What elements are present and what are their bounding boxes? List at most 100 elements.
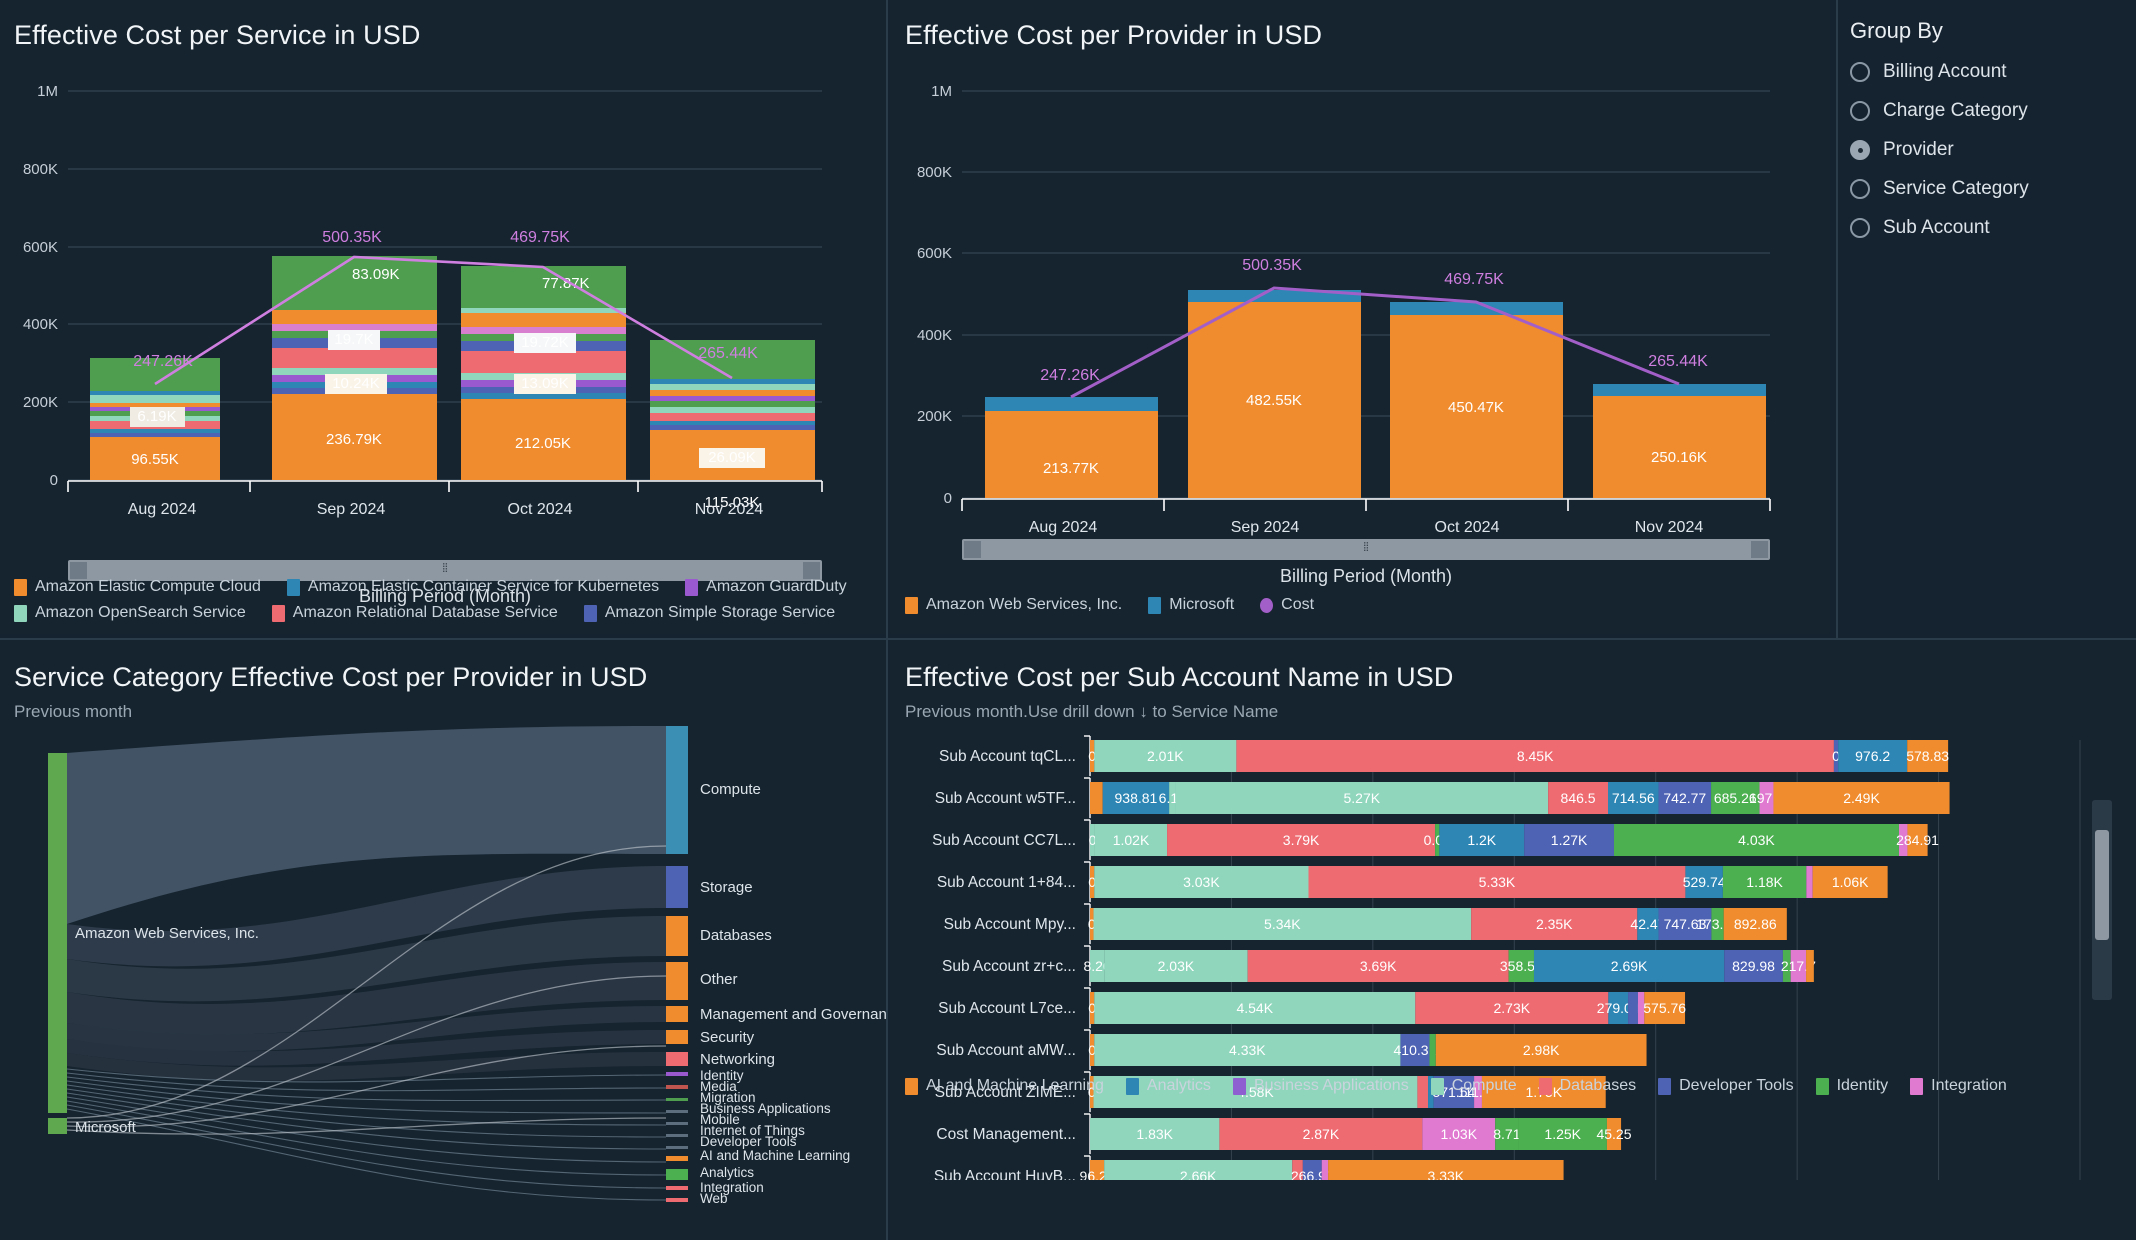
scrollbar-right-handle[interactable] <box>1751 541 1768 558</box>
radio-selected-icon[interactable] <box>1850 140 1870 160</box>
sub-account-bar-row[interactable]: Sub Account tqCL... 0 2.01K 8.45K 0 976.2 578.… <box>939 735 1949 776</box>
y-axis-tick-labels: 1M 800K 600K 400K 200K 0 <box>917 83 952 507</box>
bar-segment[interactable] <box>1321 1160 1329 1180</box>
provider-bar-nov-2024[interactable]: 250.16K <box>1593 384 1766 498</box>
svg-text:Databases: Databases <box>700 927 772 944</box>
panel4-legend-item[interactable]: Integration <box>1910 1077 2007 1095</box>
panel3-title: Service Category Effective Cost per Prov… <box>14 662 648 692</box>
bar-segment-value: 714.56 <box>1612 790 1655 806</box>
x-axis-ticks <box>67 481 823 492</box>
radio-icon[interactable] <box>1850 62 1870 82</box>
row-category-label: Cost Management... <box>936 1126 1076 1143</box>
legend-swatch-icon <box>271 604 285 622</box>
row-category-label: Sub Account w5TF... <box>935 790 1076 807</box>
bar-segment-value: 5.33K <box>1479 874 1516 890</box>
sub-account-bar-row[interactable]: Sub Account L7ce... 0 4.54K 2.73K 279.04 575.… <box>938 987 1686 1028</box>
group-by-option-charge-category[interactable]: Charge Category <box>1850 100 2130 122</box>
scrollbar-left-handle[interactable] <box>70 562 87 579</box>
panel1-legend-item[interactable]: Amazon Relational Database Service <box>271 604 558 622</box>
group-by-option-billing-account[interactable]: Billing Account <box>1850 61 2130 83</box>
sub-account-bar-row[interactable]: Sub Account Mpy... 0 5.34K 2.35K 42.47747.63… <box>944 903 1787 944</box>
panel4-legend-item[interactable]: Databases <box>1538 1077 1637 1095</box>
chart-effective-cost-per-provider: 1M 800K 600K 400K 200K 0 213.77K 482.55K <box>917 83 1771 536</box>
panel4-legend-label: Databases <box>1559 1077 1637 1094</box>
panel1-legend-item[interactable]: Amazon Elastic Compute Cloud <box>14 578 261 596</box>
group-by-option-sub-account[interactable]: Sub Account <box>1850 217 2130 239</box>
sankey-source-node[interactable] <box>48 1118 67 1134</box>
scrollbar-left-handle[interactable] <box>964 541 981 558</box>
sub-account-bar-row[interactable]: Sub Account CC7L... 0 1.02K 3.79K 0.01 1.2K 1.… <box>932 819 1939 860</box>
panel4-legend-item[interactable]: Business Applications <box>1232 1077 1409 1095</box>
bar-segment-value: 1.03K <box>1440 1126 1477 1142</box>
svg-text:400K: 400K <box>23 316 58 333</box>
group-by-option-service-category[interactable]: Service Category <box>1850 178 2130 200</box>
svg-text:400K: 400K <box>917 327 952 344</box>
row-category-label: Sub Account L7ce... <box>938 1000 1076 1017</box>
legend-swatch-icon <box>1815 1077 1829 1095</box>
panel1-legend-label: Amazon Relational Database Service <box>292 604 558 621</box>
bar-segment-value: 3.03K <box>1183 874 1220 890</box>
panel4-legend-item[interactable]: Developer Tools <box>1658 1077 1794 1095</box>
radio-icon[interactable] <box>1850 101 1870 121</box>
bar-segment[interactable] <box>1806 866 1813 898</box>
bar-segment-value: 8.71 <box>1493 1126 1520 1142</box>
group-by-option-label: Sub Account <box>1883 217 1990 238</box>
panel4-vertical-scrollbar[interactable] <box>2092 800 2112 1000</box>
radio-icon[interactable] <box>1850 179 1870 199</box>
bar-segment-value: 1.27K <box>1551 832 1588 848</box>
provider-bar-aug-2024[interactable]: 213.77K <box>985 397 1158 498</box>
legend-swatch-icon <box>14 604 27 622</box>
legend-swatch-icon <box>905 1077 918 1095</box>
sankey-source-node[interactable] <box>48 753 67 1113</box>
svg-text:500.35K: 500.35K <box>322 229 382 246</box>
svg-text:26.09K: 26.09K <box>708 449 756 466</box>
chart-effective-cost-per-service: 1M 800K 600K 400K 200K 0 6.19K 96.55K 83… <box>23 83 823 518</box>
scrollbar-right-handle[interactable] <box>803 562 820 579</box>
scrollbar-thumb[interactable] <box>2095 830 2109 940</box>
bar-segment[interactable] <box>1090 782 1103 814</box>
sankey-target-nodes <box>666 726 688 1202</box>
groupby-divider <box>1836 0 1838 640</box>
legend-swatch-icon <box>14 578 27 596</box>
sub-account-bar-row[interactable]: Sub Account zr+c... 8.26 2.03K 3.69K 358.55 2… <box>942 945 1816 986</box>
svg-text:800K: 800K <box>23 161 58 178</box>
legend-swatch-icon <box>1430 1077 1444 1095</box>
svg-text:AI and Machine Learning: AI and Machine Learning <box>700 1148 850 1163</box>
panel2-legend-item[interactable]: Cost <box>1260 596 1314 614</box>
bar-segment[interactable] <box>1628 992 1638 1024</box>
panel2-x-axis-title: Billing Period (Month) <box>1279 566 1453 586</box>
panel4-legend-item[interactable]: Compute <box>1430 1077 1517 1095</box>
sub-account-bar-row[interactable]: Cost Management... 1.83K 2.87K 1.03K 8.71 1.2… <box>936 1113 1632 1154</box>
sub-account-bar-row[interactable]: Sub Account HuyB... 96.21 2.66K 266.97 3.33K <box>934 1155 1564 1180</box>
panel4-legend-item[interactable]: AI and Machine Learning <box>905 1077 1104 1095</box>
radio-icon[interactable] <box>1850 218 1870 238</box>
panel1-legend-item[interactable]: Amazon OpenSearch Service <box>14 604 246 622</box>
panel4-legend-item[interactable]: Analytics <box>1125 1077 1211 1095</box>
panel2-scrollbar[interactable]: ⣿ <box>962 539 1770 560</box>
svg-text:Web: Web <box>700 1191 728 1206</box>
provider-bar-oct-2024[interactable]: 450.47K <box>1390 302 1563 498</box>
panel2-legend-item[interactable]: Microsoft <box>1148 596 1234 614</box>
row-category-label: Sub Account zr+c... <box>942 958 1076 975</box>
bar-segment[interactable] <box>1806 950 1814 982</box>
panel4-legend-label: Integration <box>1931 1077 2007 1094</box>
bar-segment-value: 3.69K <box>1360 958 1397 974</box>
svg-text:265.44K: 265.44K <box>698 345 758 362</box>
panel4-legend-item[interactable]: Identity <box>1815 1077 1888 1095</box>
group-by-option-provider[interactable]: Provider <box>1850 139 2130 161</box>
bar-segment-value: 578.83 <box>1906 748 1949 764</box>
panel2-legend-item[interactable]: Amazon Web Services, Inc. <box>905 596 1122 614</box>
svg-text:96.55K: 96.55K <box>131 451 179 468</box>
sub-account-bar-row[interactable]: Sub Account aMW... 0 4.33K 410.31 2.98K <box>936 1029 1647 1070</box>
sankey-source-label: Amazon Web Services, Inc. <box>75 925 259 942</box>
panel1-legend-item[interactable]: Amazon GuardDuty <box>685 578 847 596</box>
bar-segment-value: 45.25 <box>1596 1126 1631 1142</box>
bar-segment[interactable] <box>1429 1034 1436 1066</box>
svg-text:250.16K: 250.16K <box>1651 449 1707 466</box>
panel1-legend-item[interactable]: Amazon Simple Storage Service <box>583 604 835 622</box>
panel1-legend-item[interactable]: Amazon Elastic Container Service for Kub… <box>286 578 659 596</box>
sub-account-bar-row[interactable]: Sub Account w5TF... 938.81 6.15 5.27K 846.5 7… <box>935 777 1950 818</box>
bar-segment-value: 1.06K <box>1832 874 1869 890</box>
svg-text:10.24K: 10.24K <box>332 375 380 392</box>
sub-account-bar-row[interactable]: Sub Account 1+84... 0 3.03K 5.33K 529.74 1.18… <box>937 861 1888 902</box>
